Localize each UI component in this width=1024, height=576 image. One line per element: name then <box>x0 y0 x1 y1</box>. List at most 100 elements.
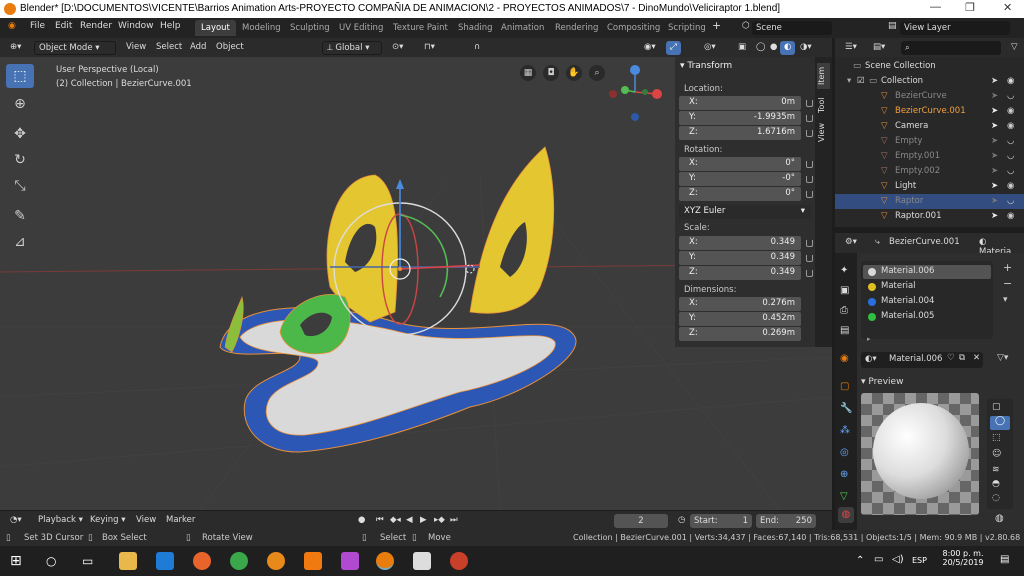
checkbox-icon[interactable]: ☑ <box>857 76 865 86</box>
list-resize-icon[interactable]: ▸ <box>867 335 871 343</box>
windows-start-icon[interactable]: ⊞ <box>10 553 22 569</box>
tab-uv-editing[interactable]: UV Editing <box>333 20 389 36</box>
tab-shading[interactable]: Shading <box>452 20 499 36</box>
outliner-scene-collection[interactable]: ▭ Scene Collection <box>835 59 1024 74</box>
eye-icon[interactable]: ◉ <box>1007 211 1014 221</box>
material-slot[interactable]: Material.006 <box>863 265 991 279</box>
gizmo-icon[interactable]: ⤢ <box>666 41 681 55</box>
preview-sphere-icon[interactable]: ◯ <box>990 416 1010 430</box>
preview-header[interactable]: ▾ Preview <box>861 377 903 387</box>
outliner-item[interactable]: ▽ BezierCurve ➤ ◡ <box>835 89 1024 104</box>
select-arrow-icon[interactable]: ➤ <box>991 136 998 146</box>
cursor-icon[interactable]: ⊕ <box>6 92 34 116</box>
outliner-editor-type-icon[interactable]: ☰▾ <box>841 41 861 55</box>
app-c-icon[interactable] <box>267 552 285 570</box>
transform-header[interactable]: ▾ Transform <box>680 61 732 71</box>
rotation-z-field[interactable]: Z: 0° <box>679 187 801 201</box>
lock-icon[interactable] <box>806 100 813 107</box>
outliner-item[interactable]: ▽ Raptor.001 ➤ ◉ <box>835 209 1024 224</box>
rotate-icon[interactable]: ↻ <box>6 148 34 172</box>
outliner-item[interactable]: ▽ Raptor ➤ ◡ <box>835 194 1024 209</box>
physics-tab-icon[interactable]: ◎ <box>840 447 849 458</box>
record-icon[interactable]: ● <box>354 514 369 528</box>
particles-tab-icon[interactable]: ⁂ <box>840 425 850 436</box>
lock-icon[interactable] <box>806 270 813 277</box>
material-tab-icon[interactable]: ◍ <box>838 507 854 523</box>
rotation-x-field[interactable]: X: 0° <box>679 157 801 171</box>
preview-cube-icon[interactable]: ⬚ <box>992 433 1001 443</box>
menu-marker[interactable]: Marker <box>162 514 199 528</box>
zoom-icon[interactable]: ⌕ <box>589 65 605 81</box>
preview-sky-icon[interactable]: ◌ <box>992 493 1000 503</box>
lock-icon[interactable] <box>806 130 813 137</box>
lock-icon[interactable] <box>806 161 813 168</box>
pivot-icon[interactable]: ⊙▾ <box>388 41 407 55</box>
menu-object[interactable]: Object <box>212 41 248 55</box>
snap-icon[interactable]: ⊓▾ <box>420 41 439 55</box>
menu-select[interactable]: Select <box>152 41 186 55</box>
world-tab-icon[interactable]: ◉ <box>840 353 849 364</box>
tray-chevron-icon[interactable]: ⌃ <box>856 555 864 566</box>
play-icon[interactable]: ▶ <box>416 514 431 528</box>
render-tab-icon[interactable]: ▣ <box>840 285 849 296</box>
pan-hand-icon[interactable]: ✋ <box>566 65 582 81</box>
annotate-icon[interactable]: ✎ <box>6 204 34 228</box>
preview-monkey-icon[interactable]: ☺ <box>992 449 1001 459</box>
tab-rendering[interactable]: Rendering <box>549 20 604 36</box>
blender-taskbar-icon[interactable] <box>376 552 394 570</box>
play-reverse-icon[interactable]: ◀ <box>402 514 417 528</box>
material-slot[interactable]: Material <box>863 280 991 294</box>
eye-closed-icon[interactable]: ◡ <box>1007 91 1014 101</box>
app-shape-icon[interactable] <box>341 552 359 570</box>
world-preview-icon[interactable]: ◍ <box>995 513 1004 524</box>
visibility-icon[interactable]: ◉▾ <box>640 41 660 55</box>
menu-timeline-view[interactable]: View <box>132 514 160 528</box>
properties-editor-type-icon[interactable]: ⚙▾ <box>841 236 861 250</box>
fake-user-icon[interactable]: ♡ <box>947 353 955 363</box>
lock-icon[interactable] <box>806 176 813 183</box>
photos-icon[interactable] <box>413 552 431 570</box>
xray-icon[interactable]: ▣ <box>734 41 750 55</box>
material-shading-icon[interactable]: ◐ <box>780 41 796 55</box>
tab-sculpting[interactable]: Sculpting <box>284 20 336 36</box>
input-language[interactable]: ESP <box>912 556 927 565</box>
material-selector[interactable]: ◐▾ Material.006 ♡ ⧉ ✕ <box>861 352 983 368</box>
eye-icon[interactable]: ◉ <box>1007 181 1014 191</box>
minimize-icon[interactable]: — <box>930 1 941 13</box>
network-icon[interactable]: ▭ <box>874 554 883 565</box>
outliner-item[interactable]: ▽ Empty ➤ ◡ <box>835 134 1024 149</box>
camera-view-icon[interactable]: ◘ <box>543 65 559 81</box>
eye-closed-icon[interactable]: ◡ <box>1007 136 1014 146</box>
add-slot-icon[interactable]: + <box>1003 261 1012 274</box>
volume-icon[interactable]: ◁) <box>892 554 904 565</box>
outliner-item[interactable]: ▽ Light ➤ ◉ <box>835 179 1024 194</box>
mode-selector[interactable]: Object Mode ▾ <box>34 41 116 55</box>
eye-icon[interactable]: ◉ <box>1007 106 1014 116</box>
task-view-icon[interactable]: ▭ <box>82 554 93 568</box>
end-frame-field[interactable]: End: 250 <box>756 514 816 528</box>
output-tab-icon[interactable]: ⎙ <box>840 305 848 316</box>
lock-icon[interactable] <box>806 115 813 122</box>
tool-tab-icon[interactable]: ✦ <box>840 265 848 276</box>
tab-animation[interactable]: Animation <box>495 20 550 36</box>
preview-hair-icon[interactable]: ≋ <box>992 465 1000 475</box>
eye-icon[interactable]: ◉ <box>1007 121 1014 131</box>
filter-icon[interactable]: ▽ <box>1007 41 1022 55</box>
eye-closed-icon[interactable]: ◡ <box>1007 151 1014 161</box>
unlink-icon[interactable]: ✕ <box>973 353 980 363</box>
modifier-tab-icon[interactable]: 🔧 <box>840 403 852 414</box>
menu-file[interactable]: File <box>30 21 45 31</box>
scale-icon[interactable]: ⤡ <box>6 174 34 198</box>
object-tab-icon[interactable]: ▢ <box>840 381 849 392</box>
jump-end-icon[interactable]: ⏭ <box>446 514 462 528</box>
preview-shader-ball-icon[interactable]: ◓ <box>992 479 1000 489</box>
location-y-field[interactable]: Y: -1.9935m <box>679 111 801 125</box>
link-mode-icon[interactable]: ▽▾ <box>997 353 1008 363</box>
current-frame-field[interactable]: 2 <box>614 514 668 528</box>
eye-closed-icon[interactable]: ◡ <box>1007 196 1014 206</box>
firefox-icon[interactable] <box>193 552 211 570</box>
perspective-toggle-icon[interactable]: ▦ <box>520 65 536 81</box>
blender-menu-icon[interactable]: ◉ <box>8 21 16 31</box>
select-box-icon[interactable]: ⬚ <box>6 64 34 88</box>
menu-edit[interactable]: Edit <box>55 21 72 31</box>
